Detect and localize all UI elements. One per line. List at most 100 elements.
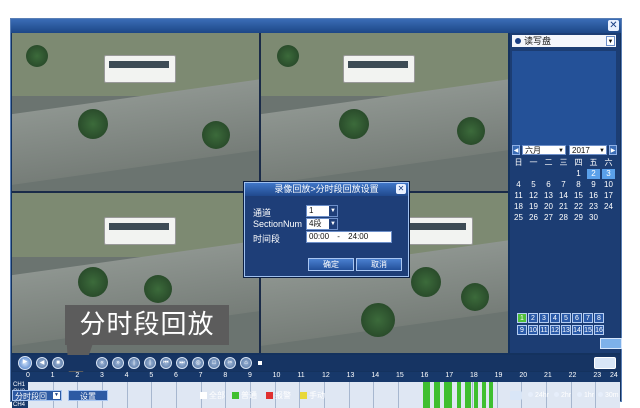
- calendar-day[interactable]: 12: [527, 191, 540, 201]
- prev-month-icon[interactable]: ◀: [512, 145, 520, 155]
- calendar-day[interactable]: 20: [542, 202, 555, 212]
- channel-button[interactable]: 9: [517, 325, 527, 335]
- channel-button[interactable]: 8: [594, 313, 604, 323]
- calendar-day[interactable]: 23: [587, 202, 600, 212]
- clip-icon[interactable]: ✂: [224, 357, 236, 369]
- calendar-day[interactable]: 2: [587, 169, 600, 179]
- calendar-day[interactable]: 3: [602, 169, 615, 179]
- calendar-day[interactable]: 16: [587, 191, 600, 201]
- next-month-icon[interactable]: ▶: [609, 145, 617, 155]
- calendar-day[interactable]: 11: [512, 191, 525, 201]
- channel-button[interactable]: 2: [528, 313, 538, 323]
- channel-select[interactable]: 1 ▼: [306, 205, 338, 217]
- timeline-hour-label: 20: [519, 372, 528, 379]
- year-value: 2017: [572, 146, 590, 155]
- backup-icon[interactable]: ⌂: [240, 357, 252, 369]
- channel-button[interactable]: 16: [594, 325, 604, 335]
- prev-file-icon[interactable]: ⏮: [160, 357, 172, 369]
- settings-button[interactable]: 设置: [68, 390, 108, 401]
- channel-button[interactable]: 15: [583, 325, 593, 335]
- calendar-day[interactable]: 7: [557, 180, 570, 190]
- calendar-day[interactable]: 26: [527, 213, 540, 223]
- calendar-day[interactable]: 10: [602, 180, 615, 190]
- channel-button[interactable]: 3: [539, 313, 549, 323]
- zoom-2hr[interactable]: 2hr: [554, 390, 571, 401]
- calendar-day[interactable]: 21: [557, 202, 570, 212]
- reverse-icon[interactable]: ◀: [36, 357, 48, 369]
- month-value: 六月: [525, 146, 541, 155]
- channel-button[interactable]: 14: [572, 325, 582, 335]
- close-icon[interactable]: ✕: [396, 184, 406, 194]
- calendar-day[interactable]: 15: [572, 191, 585, 201]
- month-select[interactable]: 六月 ▼: [522, 145, 566, 155]
- dialog-title: 录像回放>分时段回放设置 ✕: [245, 183, 408, 196]
- weekday-header: 日: [514, 158, 523, 167]
- channel-button[interactable]: 5: [561, 313, 571, 323]
- timeline-hour-label: 21: [544, 372, 552, 379]
- channel-select-value: 1: [309, 206, 314, 215]
- calendar-day[interactable]: 29: [572, 213, 585, 223]
- calendar-day[interactable]: 13: [542, 191, 555, 201]
- channel-button[interactable]: 6: [572, 313, 582, 323]
- time-end[interactable]: 24:00: [348, 232, 368, 241]
- zoom-icon[interactable]: [510, 391, 522, 400]
- timeline-hour-label: 23: [593, 372, 602, 379]
- channel-button[interactable]: 11: [539, 325, 549, 335]
- stop-icon[interactable]: ■: [52, 357, 64, 369]
- timeline-hour-label: 10: [272, 372, 281, 379]
- video-tile-2[interactable]: [261, 33, 508, 191]
- zoom-1hr[interactable]: 1hr: [577, 390, 594, 401]
- fullscreen-icon[interactable]: □: [208, 357, 220, 369]
- step-back-icon[interactable]: |: [128, 357, 140, 369]
- calendar-day[interactable]: 25: [512, 213, 525, 223]
- channel-button[interactable]: 1: [517, 313, 527, 323]
- legend-normal[interactable]: 普通: [232, 390, 257, 401]
- calendar-day[interactable]: 24: [602, 202, 615, 212]
- slow-icon[interactable]: ◎: [192, 357, 204, 369]
- fast-backward-icon[interactable]: «: [96, 357, 108, 369]
- time-period-label: 时间段: [253, 234, 281, 244]
- channel-button[interactable]: 10: [528, 325, 538, 335]
- calendar-day[interactable]: 8: [572, 180, 585, 190]
- legend-all[interactable]: 全部: [200, 390, 225, 401]
- calendar-day[interactable]: 14: [557, 191, 570, 201]
- calendar-day[interactable]: 27: [542, 213, 555, 223]
- search-button[interactable]: [600, 338, 622, 349]
- calendar-day[interactable]: 28: [557, 213, 570, 223]
- zoom-24hr[interactable]: 24hr: [528, 390, 549, 401]
- fast-forward-icon[interactable]: »: [112, 357, 124, 369]
- timeline-hour-label: 15: [396, 372, 404, 379]
- step-forward-icon[interactable]: |: [144, 357, 156, 369]
- next-file-icon[interactable]: ⏭: [176, 357, 188, 369]
- calendar-day[interactable]: 1: [572, 169, 585, 179]
- calendar-day[interactable]: 30: [587, 213, 600, 223]
- return-icon[interactable]: [594, 357, 616, 369]
- calendar-day[interactable]: 5: [527, 180, 540, 190]
- time-period-field[interactable]: 00:00 - 24:00: [306, 231, 392, 243]
- close-icon[interactable]: ✕: [608, 20, 619, 31]
- calendar-day[interactable]: 22: [572, 202, 585, 212]
- legend-alarm[interactable]: 报警: [266, 390, 291, 401]
- channel-button[interactable]: 12: [550, 325, 560, 335]
- channel-button[interactable]: 7: [583, 313, 593, 323]
- channel-button[interactable]: 13: [561, 325, 571, 335]
- timeline-hour-label: 22: [568, 372, 577, 379]
- section-num-select[interactable]: 4段 ▼: [306, 218, 338, 230]
- calendar-day[interactable]: 18: [512, 202, 525, 212]
- play-icon[interactable]: ▶: [18, 356, 32, 370]
- year-select[interactable]: 2017 ▼: [569, 145, 607, 155]
- calendar-day[interactable]: 4: [512, 180, 525, 190]
- time-start[interactable]: 00:00: [309, 232, 329, 241]
- calendar-day[interactable]: 6: [542, 180, 555, 190]
- video-tile-1[interactable]: [12, 33, 259, 191]
- legend-manual[interactable]: 手动: [300, 390, 325, 401]
- zoom-30m[interactable]: 30m: [598, 390, 619, 401]
- calendar-day[interactable]: 9: [587, 180, 600, 190]
- ok-button[interactable]: 确定: [308, 258, 354, 271]
- calendar-day[interactable]: 17: [602, 191, 615, 201]
- calendar-day[interactable]: 19: [527, 202, 540, 212]
- mode-select[interactable]: 分时段回 ▼: [12, 390, 62, 401]
- cancel-button[interactable]: 取消: [356, 258, 402, 271]
- disk-select[interactable]: 读写盘 ▼: [512, 35, 616, 47]
- channel-button[interactable]: 4: [550, 313, 560, 323]
